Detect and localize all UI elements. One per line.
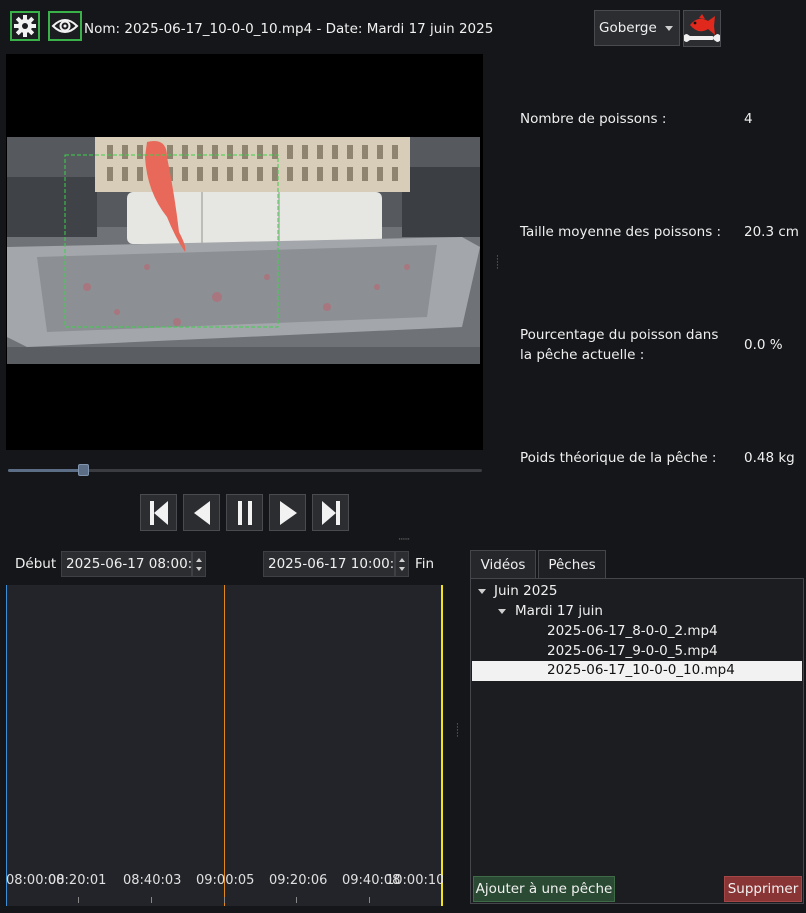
timeline-tick-mark (78, 897, 79, 903)
tree-item-file[interactable]: 2025-06-17_9-0-0_5.mp4 (547, 643, 718, 659)
timeline-tick-label: 08:20:01 (48, 873, 107, 888)
play-icon (279, 500, 297, 525)
video-info-header: Nom: 2025-06-17_10-0-0_10.mp4 - Date: Ma… (84, 21, 494, 37)
percent-label-line2: la pêche actuelle : (520, 347, 645, 363)
chevron-down-icon[interactable] (498, 609, 506, 614)
eye-icon (51, 19, 79, 33)
video-frame-image (7, 137, 480, 364)
skip-start-icon (149, 500, 168, 525)
weight-value: 0.48 kg (744, 450, 795, 466)
delete-button[interactable]: Supprimer (724, 876, 802, 902)
timeline-tick-mark (224, 897, 225, 903)
start-label: Début (15, 556, 57, 572)
timeline-tick-mark (369, 897, 370, 903)
seek-slider-fill (8, 469, 84, 472)
pause-button[interactable] (226, 494, 263, 531)
spin-down-icon (196, 567, 202, 571)
avg-size-value: 20.3 cm (744, 224, 799, 240)
vertical-splitter-handle[interactable]: · · · · · (496, 253, 500, 274)
vertical-splitter-handle-lower[interactable]: · · · · · (456, 721, 460, 742)
species-select[interactable]: Goberge (594, 10, 680, 46)
end-datetime-spinner[interactable] (395, 551, 409, 577)
settings-button[interactable] (10, 11, 40, 41)
percent-label: Pourcentage du poisson dans la pêche act… (520, 325, 718, 365)
view-toggle-button[interactable] (48, 11, 82, 41)
spin-down-icon (399, 567, 405, 571)
play-button[interactable] (269, 494, 306, 531)
timeline-tick-label: 08:40:03 (123, 873, 182, 888)
fish-count-label: Nombre de poissons : (520, 111, 667, 127)
percent-value: 0.0 % (744, 337, 783, 353)
pause-icon (237, 500, 252, 525)
add-to-fishing-button[interactable]: Ajouter à une pêche (473, 876, 615, 902)
gear-icon (14, 15, 36, 37)
end-datetime-input[interactable]: 2025-06-17 10:00:1 (263, 551, 395, 577)
timeline-marker-end (441, 585, 443, 906)
horizontal-splitter-handle[interactable]: ······ (398, 535, 410, 545)
timeline-tick-label: 09:20:06 (269, 873, 328, 888)
spin-up-icon (399, 558, 405, 562)
timeline-tick-label: 10:00:10 (386, 873, 443, 888)
step-back-icon (193, 500, 210, 525)
timeline-chart[interactable]: 08:00:00 08:20:01 08:40:03 09:00:05 09:2… (6, 585, 443, 906)
timeline-tick-mark (296, 897, 297, 903)
tree-item-file-selected[interactable]: 2025-06-17_10-0-0_10.mp4 (547, 662, 735, 678)
tree-item-file[interactable]: 2025-06-17_8-0-0_2.mp4 (547, 623, 718, 639)
tree-item-day[interactable]: Mardi 17 juin (515, 603, 603, 619)
tab-peches[interactable]: Pêches (538, 550, 606, 578)
start-datetime-spinner[interactable] (192, 551, 206, 577)
timeline-tick-label: 09:00:05 (196, 873, 255, 888)
timeline-tick-mark (151, 897, 152, 903)
tree-item-month[interactable]: Juin 2025 (494, 583, 558, 599)
start-datetime-input[interactable]: 2025-06-17 08:00:0 (61, 551, 192, 577)
tree-item-selected-row[interactable]: 2025-06-17_10-0-0_10.mp4 (472, 661, 802, 681)
end-label: Fin (415, 556, 435, 572)
chevron-down-icon[interactable] (478, 589, 486, 594)
seek-slider-handle[interactable] (78, 464, 89, 476)
skip-to-end-button[interactable] (312, 494, 349, 531)
fish-tool-button[interactable] (683, 10, 721, 47)
species-selected-value: Goberge (599, 20, 657, 36)
video-player[interactable] (6, 54, 483, 450)
fish-wrench-icon (683, 14, 721, 42)
video-tree[interactable]: Juin 2025 Mardi 17 juin 2025-06-17_8-0-0… (470, 578, 804, 904)
fish-count-value: 4 (744, 111, 753, 127)
step-back-button[interactable] (183, 494, 220, 531)
tab-videos[interactable]: Vidéos (470, 550, 536, 578)
chevron-down-icon (665, 26, 673, 31)
skip-end-icon (321, 500, 340, 525)
percent-label-line1: Pourcentage du poisson dans (520, 327, 719, 343)
skip-to-start-button[interactable] (140, 494, 177, 531)
spin-up-icon (196, 558, 202, 562)
avg-size-label: Taille moyenne des poissons : (520, 224, 722, 240)
timeline-marker-current (224, 585, 225, 906)
timeline-marker-start (6, 585, 7, 906)
weight-label: Poids théorique de la pêche : (520, 450, 717, 466)
